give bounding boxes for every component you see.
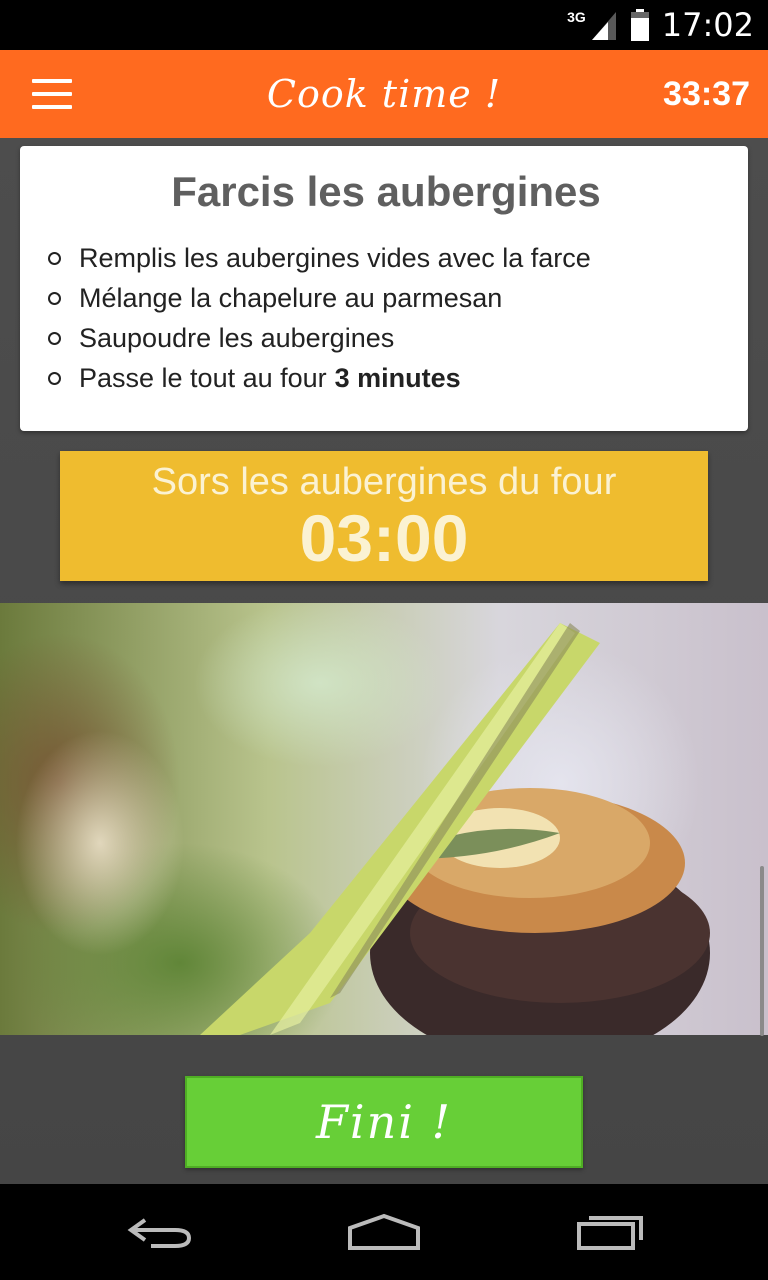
list-item: Passe le tout au four 3 minutes xyxy=(48,358,724,398)
list-item: Remplis les aubergines vides avec la far… xyxy=(48,238,724,278)
step-title: Farcis les aubergines xyxy=(171,168,601,215)
app-title: Cook time ! xyxy=(266,72,502,116)
step-text: Passe le tout au four xyxy=(79,362,327,393)
step-timer[interactable]: Sors les aubergines du four 03:00 xyxy=(60,451,708,581)
total-timer: 33:37 xyxy=(663,74,750,113)
bullet-icon xyxy=(48,291,61,305)
step-text: Mélange la chapelure au parmesan xyxy=(79,282,503,313)
timer-label: Sors les aubergines du four xyxy=(151,461,617,503)
bullet-icon xyxy=(48,331,61,345)
step-list: Remplis les aubergines vides avec la far… xyxy=(48,238,724,398)
recipe-photo xyxy=(0,603,768,1035)
home-icon[interactable] xyxy=(314,1184,454,1280)
network-type: 3G xyxy=(567,9,586,25)
bullet-icon xyxy=(48,251,61,265)
step-text: Remplis les aubergines vides avec la far… xyxy=(79,242,591,273)
back-icon[interactable] xyxy=(90,1184,230,1280)
step-duration: 3 minutes xyxy=(334,362,461,393)
clock: 17:02 xyxy=(661,6,754,44)
timer-value: 03:00 xyxy=(299,501,469,575)
navigation-bar xyxy=(0,1184,768,1280)
app-bar: Cook time ! 33:37 xyxy=(0,50,768,138)
list-item: Saupoudre les aubergines xyxy=(48,318,724,358)
content-area: Farcis les aubergines Remplis les auberg… xyxy=(0,138,768,1184)
step-text: Saupoudre les aubergines xyxy=(79,322,395,353)
scrollbar[interactable] xyxy=(760,866,764,1036)
signal-icon xyxy=(591,12,616,40)
status-bar: 3G 17:02 xyxy=(0,0,768,50)
list-item: Mélange la chapelure au parmesan xyxy=(48,278,724,318)
bullet-icon xyxy=(48,371,61,385)
step-card: Farcis les aubergines Remplis les auberg… xyxy=(20,146,748,431)
done-button[interactable]: Fini ! xyxy=(185,1076,583,1168)
recent-apps-icon[interactable] xyxy=(540,1184,680,1280)
battery-icon xyxy=(630,9,649,41)
hamburger-menu-icon[interactable] xyxy=(32,79,72,109)
